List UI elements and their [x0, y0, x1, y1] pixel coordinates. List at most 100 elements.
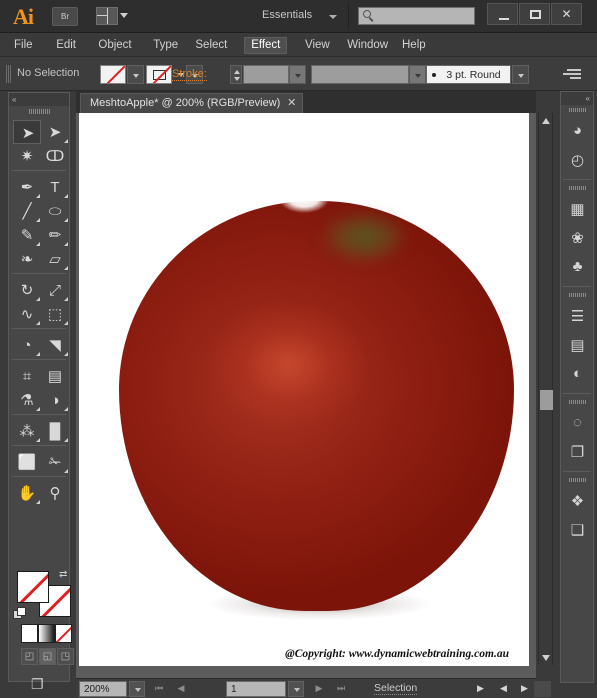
panel-group-grip[interactable]: [569, 293, 586, 297]
stroke-label[interactable]: Stroke:: [172, 68, 207, 81]
artboards-panel-icon[interactable]: ❑: [565, 517, 590, 542]
tool-flyout-indicator-icon[interactable]: [36, 407, 40, 411]
menu-item-help[interactable]: Help: [396, 37, 432, 54]
change-screen-mode-button[interactable]: ❐: [31, 676, 57, 696]
search-input[interactable]: [358, 7, 475, 25]
pencil-tool[interactable]: ✏: [41, 223, 69, 247]
tool-flyout-indicator-icon[interactable]: [64, 242, 68, 246]
bridge-button[interactable]: Br: [52, 7, 78, 26]
status-menu-icon[interactable]: ▶: [472, 681, 489, 697]
close-icon[interactable]: ✕: [287, 98, 296, 109]
transparency-panel-icon[interactable]: ◐: [565, 361, 590, 386]
color-guide-icon[interactable]: ◴: [565, 147, 590, 172]
tool-flyout-indicator-icon[interactable]: [36, 218, 40, 222]
menu-item-edit[interactable]: Edit: [50, 37, 82, 54]
tool-flyout-indicator-icon[interactable]: [36, 297, 40, 301]
panel-group-grip[interactable]: [569, 400, 586, 404]
tool-flyout-indicator-icon[interactable]: [64, 266, 68, 270]
fill-swatch[interactable]: [17, 571, 49, 603]
tool-flyout-indicator-icon[interactable]: [36, 438, 40, 442]
draw-inside-button[interactable]: ◳: [57, 648, 74, 665]
default-fill-stroke-icon[interactable]: [13, 607, 27, 621]
perspective-grid-tool[interactable]: ◥: [41, 333, 69, 357]
fill-dropdown[interactable]: [127, 65, 144, 84]
brushes-panel-icon[interactable]: ❀: [565, 225, 590, 250]
gradient-panel-icon[interactable]: ▤: [565, 332, 590, 357]
width-warp-tool[interactable]: ∿: [13, 302, 41, 326]
tool-flyout-indicator-icon[interactable]: [36, 242, 40, 246]
eraser-tool[interactable]: ▱: [41, 247, 69, 271]
menu-item-type[interactable]: Type: [147, 37, 184, 54]
scroll-down-icon[interactable]: [539, 650, 554, 665]
brush-definition-dropdown[interactable]: [512, 65, 529, 84]
stroke-weight-field[interactable]: [243, 65, 289, 84]
graphic-styles-panel-icon[interactable]: ❐: [565, 439, 590, 464]
chevron-down-icon[interactable]: [329, 15, 337, 19]
color-panel-icon[interactable]: ◕: [565, 118, 590, 143]
draw-normal-button[interactable]: ◰: [21, 648, 38, 665]
scrollbar-thumb[interactable]: [540, 390, 553, 410]
status-prev-icon[interactable]: ◀: [495, 681, 512, 697]
column-graph-tool[interactable]: █: [41, 419, 69, 443]
hand-tool[interactable]: ✋: [13, 481, 41, 505]
document-tab[interactable]: MeshtoApple* @ 200% (RGB/Preview) ✕: [80, 93, 304, 113]
menu-item-window[interactable]: Window: [341, 37, 394, 54]
artboard-navigation-dropdown[interactable]: [288, 681, 304, 697]
tool-flyout-indicator-icon[interactable]: [64, 139, 68, 143]
artboard-number-field[interactable]: 1: [226, 681, 286, 697]
stroke-color-swatch[interactable]: [146, 65, 172, 84]
tool-flyout-indicator-icon[interactable]: [64, 438, 68, 442]
menu-item-effect[interactable]: Effect: [244, 37, 288, 54]
panel-group-grip[interactable]: [569, 108, 586, 112]
canvas-area[interactable]: @Copyright: www.dynamicwebtraining.com.a…: [76, 113, 536, 678]
tool-flyout-indicator-icon[interactable]: [64, 194, 68, 198]
none-mode-button[interactable]: [55, 624, 72, 643]
gradient-mode-button[interactable]: [38, 624, 55, 643]
tool-flyout-indicator-icon[interactable]: [64, 297, 68, 301]
zoom-tool[interactable]: ⚲: [41, 481, 69, 505]
slice-tool[interactable]: ✁: [41, 450, 69, 474]
tool-flyout-indicator-icon[interactable]: [64, 218, 68, 222]
type-tool[interactable]: T: [41, 175, 69, 199]
artboard-tool[interactable]: ⬜: [13, 450, 41, 474]
control-bar-grip[interactable]: [6, 65, 11, 83]
menu-item-file[interactable]: File: [8, 37, 39, 54]
lasso-tool[interactable]: ↀ: [41, 144, 69, 168]
variable-width-dropdown[interactable]: [409, 65, 426, 84]
mesh-tool[interactable]: ⌗: [13, 364, 41, 388]
first-artboard-button[interactable]: ⏮: [150, 681, 168, 697]
collapse-panel-icon[interactable]: «: [586, 94, 590, 103]
menu-item-select[interactable]: Select: [189, 37, 233, 54]
workspace-switcher[interactable]: Essentials: [262, 9, 312, 21]
scroll-up-icon[interactable]: [539, 113, 554, 128]
arrange-documents-button[interactable]: [96, 7, 130, 26]
draw-behind-button[interactable]: ◱: [39, 648, 56, 665]
last-artboard-button[interactable]: ⏭: [332, 681, 350, 697]
gradient-tool[interactable]: ▤: [41, 364, 69, 388]
status-text-label[interactable]: Selection: [374, 682, 418, 695]
stroke-panel-icon[interactable]: ☰: [565, 303, 590, 328]
appearance-panel-icon[interactable]: ◌: [565, 410, 590, 435]
eyedropper-tool[interactable]: ⚗: [13, 388, 41, 412]
tools-panel-grip[interactable]: [29, 109, 51, 114]
fill-color-swatch[interactable]: [100, 65, 126, 84]
collapse-panel-icon[interactable]: «: [12, 95, 16, 104]
paintbrush-tool[interactable]: ✎: [13, 223, 41, 247]
tool-flyout-indicator-icon[interactable]: [64, 469, 68, 473]
tool-flyout-indicator-icon[interactable]: [64, 407, 68, 411]
swatches-panel-icon[interactable]: ▦: [565, 196, 590, 221]
next-artboard-button[interactable]: ▶: [310, 681, 328, 697]
blend-tool[interactable]: ◑: [41, 388, 69, 412]
zoom-level-dropdown[interactable]: [129, 681, 145, 697]
brush-definition-field[interactable]: 3 pt. Round: [426, 65, 511, 84]
tool-flyout-indicator-icon[interactable]: [36, 321, 40, 325]
swap-fill-stroke-icon[interactable]: ⇄: [59, 569, 71, 581]
symbol-sprayer-tool[interactable]: ⁂: [13, 419, 41, 443]
tool-flyout-indicator-icon[interactable]: [36, 500, 40, 504]
zoom-level-field[interactable]: 200%: [79, 681, 127, 697]
selection-tool[interactable]: ➤: [13, 120, 41, 144]
symbols-panel-icon[interactable]: ♣: [565, 254, 590, 279]
tool-flyout-indicator-icon[interactable]: [36, 352, 40, 356]
artboard[interactable]: @Copyright: www.dynamicwebtraining.com.a…: [79, 113, 529, 666]
stroke-weight-stepper[interactable]: [230, 65, 242, 84]
